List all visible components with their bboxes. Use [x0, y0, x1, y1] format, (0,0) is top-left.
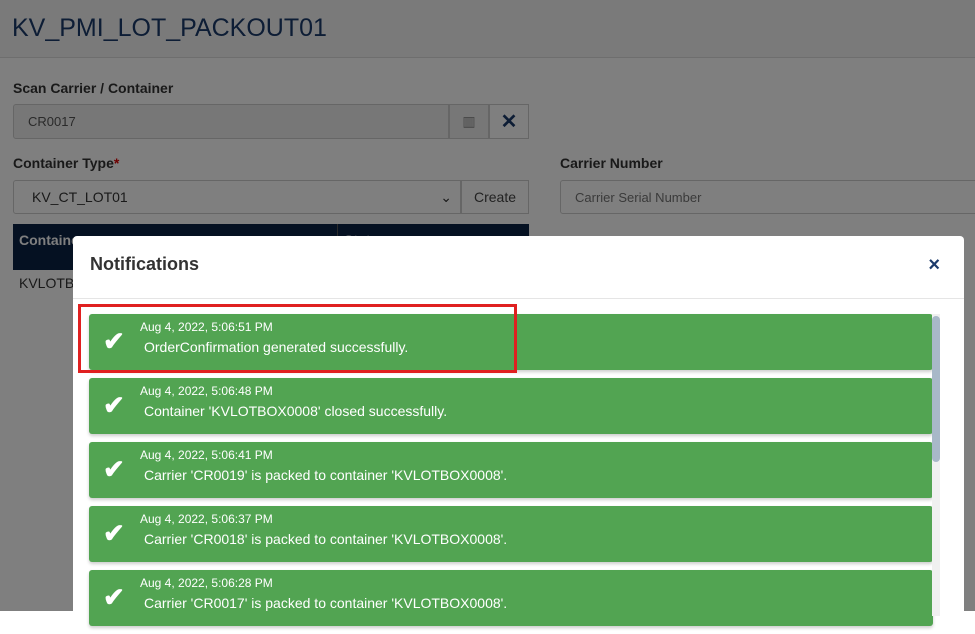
- notification-item: ✔ Aug 4, 2022, 5:06:37 PM Carrier 'CR0018'…: [89, 506, 933, 562]
- notification-message: Carrier 'CR0018' is packed to container …: [144, 531, 508, 547]
- notification-item: ✔ Aug 4, 2022, 5:06:28 PM Carrier 'CR0017'…: [89, 570, 933, 626]
- notification-item: ✔ Aug 4, 2022, 5:06:41 PM Carrier 'CR0019'…: [89, 442, 933, 498]
- divider: [73, 298, 964, 299]
- scrollbar[interactable]: [932, 314, 940, 616]
- scrollbar-thumb[interactable]: [932, 316, 940, 462]
- notification-time: Aug 4, 2022, 5:06:48 PM: [140, 384, 273, 398]
- check-icon: ✔: [103, 454, 125, 484]
- notification-time: Aug 4, 2022, 5:06:37 PM: [140, 512, 273, 526]
- check-icon: ✔: [103, 582, 125, 612]
- notification-message: Carrier 'CR0019' is packed to container …: [144, 467, 508, 483]
- notification-time: Aug 4, 2022, 5:06:41 PM: [140, 448, 273, 462]
- highlight-box: [78, 304, 517, 373]
- check-icon: ✔: [103, 518, 125, 548]
- modal-title: Notifications: [90, 254, 200, 274]
- notification-message: Container 'KVLOTBOX0008' closed successf…: [144, 403, 448, 419]
- notification-message: Carrier 'CR0017' is packed to container …: [144, 595, 508, 611]
- notifications-modal: Notifications × ✔ Aug 4, 2022, 5:06:51 PM…: [73, 236, 964, 626]
- notification-item: ✔ Aug 4, 2022, 5:06:48 PM Container 'KVLOT…: [89, 378, 933, 434]
- notification-time: Aug 4, 2022, 5:06:28 PM: [140, 576, 273, 590]
- close-icon[interactable]: ×: [928, 254, 940, 277]
- check-icon: ✔: [103, 390, 125, 420]
